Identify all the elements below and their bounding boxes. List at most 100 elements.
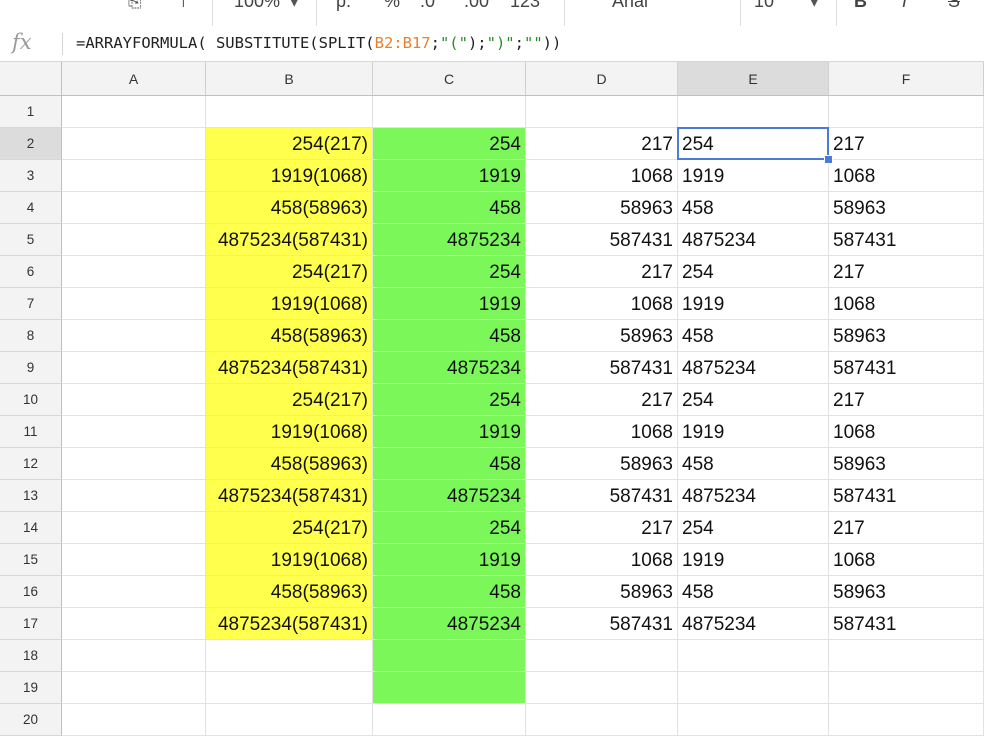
format-percent-button[interactable]: % [384, 0, 400, 12]
cell-d3[interactable]: 1068 [526, 160, 678, 192]
row-header[interactable]: 19 [0, 672, 62, 704]
cell-c9[interactable]: 4875234 [373, 352, 526, 384]
row-header[interactable]: 2 [0, 128, 62, 160]
font-select-group[interactable]: Arial [564, 0, 741, 26]
cell-d5[interactable]: 587431 [526, 224, 678, 256]
cell-f16[interactable]: 58963 [829, 576, 984, 608]
cell-f4[interactable]: 58963 [829, 192, 984, 224]
row-header[interactable]: 3 [0, 160, 62, 192]
cell-c5[interactable]: 4875234 [373, 224, 526, 256]
font-size-select[interactable]: 10 [754, 0, 774, 12]
cell-f14[interactable]: 217 [829, 512, 984, 544]
cell-b7[interactable]: 1919(1068) [206, 288, 373, 320]
cell-b3[interactable]: 1919(1068) [206, 160, 373, 192]
cell-d6[interactable]: 217 [526, 256, 678, 288]
cell-b19[interactable] [206, 672, 373, 704]
italic-button[interactable]: I [902, 0, 907, 12]
column-header-c[interactable]: C [373, 62, 526, 96]
cell-e2[interactable]: 254 [678, 128, 829, 160]
cell-e9[interactable]: 4875234 [678, 352, 829, 384]
paint-format-icon[interactable]: ⎘ [128, 0, 142, 12]
decrease-decimal-button[interactable]: .0 [420, 0, 435, 12]
cell-a4[interactable] [62, 192, 206, 224]
cell-a15[interactable] [62, 544, 206, 576]
print-icon[interactable]: ⊤ [176, 0, 191, 12]
cell-c6[interactable]: 254 [373, 256, 526, 288]
cell-d13[interactable]: 587431 [526, 480, 678, 512]
cell-d12[interactable]: 58963 [526, 448, 678, 480]
cell-a9[interactable] [62, 352, 206, 384]
cell-c11[interactable]: 1919 [373, 416, 526, 448]
cell-a5[interactable] [62, 224, 206, 256]
cell-c8[interactable]: 458 [373, 320, 526, 352]
cell-c15[interactable]: 1919 [373, 544, 526, 576]
cell-b4[interactable]: 458(58963) [206, 192, 373, 224]
cell-d15[interactable]: 1068 [526, 544, 678, 576]
column-header-b[interactable]: B [206, 62, 373, 96]
cell-a17[interactable] [62, 608, 206, 640]
cell-f10[interactable]: 217 [829, 384, 984, 416]
cell-e13[interactable]: 4875234 [678, 480, 829, 512]
cell-c17[interactable]: 4875234 [373, 608, 526, 640]
cell-e15[interactable]: 1919 [678, 544, 829, 576]
cell-c14[interactable]: 254 [373, 512, 526, 544]
spreadsheet-grid[interactable]: A B C D E F 1 2 254(217) 254 217 254 217 3 1919(1068) 1… [0, 62, 984, 736]
row-header[interactable]: 4 [0, 192, 62, 224]
cell-a20[interactable] [62, 704, 206, 736]
cell-f18[interactable] [829, 640, 984, 672]
cell-f20[interactable] [829, 704, 984, 736]
cell-f7[interactable]: 1068 [829, 288, 984, 320]
cell-e8[interactable]: 458 [678, 320, 829, 352]
cell-c2[interactable]: 254 [373, 128, 526, 160]
cell-c4[interactable]: 458 [373, 192, 526, 224]
cell-a19[interactable] [62, 672, 206, 704]
cell-f5[interactable]: 587431 [829, 224, 984, 256]
cell-a1[interactable] [62, 96, 206, 128]
row-header[interactable]: 10 [0, 384, 62, 416]
strikethrough-button[interactable]: S [948, 0, 960, 12]
cell-a16[interactable] [62, 576, 206, 608]
cell-f15[interactable]: 1068 [829, 544, 984, 576]
cell-e4[interactable]: 458 [678, 192, 829, 224]
cell-c20[interactable] [373, 704, 526, 736]
fill-handle[interactable] [824, 155, 833, 164]
cell-b11[interactable]: 1919(1068) [206, 416, 373, 448]
cell-d1[interactable] [526, 96, 678, 128]
cell-a13[interactable] [62, 480, 206, 512]
cell-e12[interactable]: 458 [678, 448, 829, 480]
cell-d10[interactable]: 217 [526, 384, 678, 416]
row-header[interactable]: 18 [0, 640, 62, 672]
row-header[interactable]: 20 [0, 704, 62, 736]
cell-e16[interactable]: 458 [678, 576, 829, 608]
cell-c3[interactable]: 1919 [373, 160, 526, 192]
cell-b16[interactable]: 458(58963) [206, 576, 373, 608]
cell-a7[interactable] [62, 288, 206, 320]
cell-b6[interactable]: 254(217) [206, 256, 373, 288]
cell-a12[interactable] [62, 448, 206, 480]
cell-d14[interactable]: 217 [526, 512, 678, 544]
cell-c12[interactable]: 458 [373, 448, 526, 480]
cell-d7[interactable]: 1068 [526, 288, 678, 320]
cell-e19[interactable] [678, 672, 829, 704]
cell-d17[interactable]: 587431 [526, 608, 678, 640]
cell-d9[interactable]: 587431 [526, 352, 678, 384]
cell-b17[interactable]: 4875234(587431) [206, 608, 373, 640]
row-header[interactable]: 17 [0, 608, 62, 640]
cell-f8[interactable]: 58963 [829, 320, 984, 352]
cell-f17[interactable]: 587431 [829, 608, 984, 640]
cell-e14[interactable]: 254 [678, 512, 829, 544]
format-currency-button[interactable]: p. [336, 0, 351, 12]
cell-b5[interactable]: 4875234(587431) [206, 224, 373, 256]
cell-f12[interactable]: 58963 [829, 448, 984, 480]
cell-f6[interactable]: 217 [829, 256, 984, 288]
increase-decimal-button[interactable]: .00 [464, 0, 489, 12]
column-header-f[interactable]: F [829, 62, 984, 96]
cell-a3[interactable] [62, 160, 206, 192]
cell-d18[interactable] [526, 640, 678, 672]
cell-a10[interactable] [62, 384, 206, 416]
more-formats-button[interactable]: 123 [510, 0, 540, 12]
cell-a8[interactable] [62, 320, 206, 352]
cell-b12[interactable]: 458(58963) [206, 448, 373, 480]
row-header[interactable]: 14 [0, 512, 62, 544]
column-header-d[interactable]: D [526, 62, 678, 96]
